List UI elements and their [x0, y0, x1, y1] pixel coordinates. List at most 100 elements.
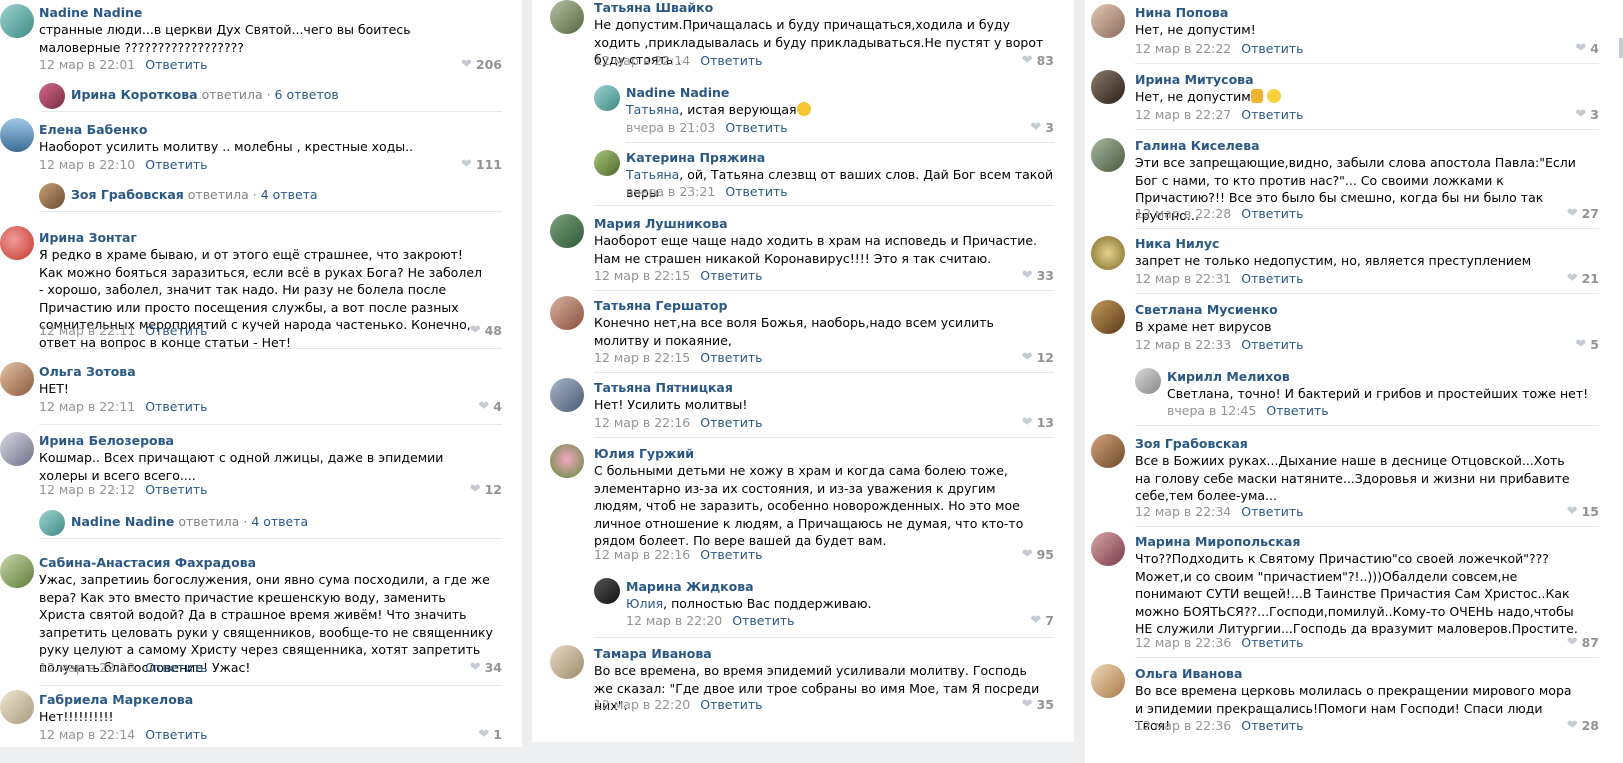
comment-author[interactable]: Мария Лушникова	[594, 216, 728, 231]
like-button[interactable]: ❤ 12	[470, 482, 502, 497]
avatar[interactable]	[39, 510, 65, 536]
like-button[interactable]: ❤ 111	[461, 157, 502, 172]
comment-author[interactable]: Ирина Митусова	[1135, 72, 1254, 87]
reply-link[interactable]: Ответить	[1241, 635, 1303, 650]
comment-time[interactable]: 12 мар в 22:10	[39, 157, 135, 172]
comment-author[interactable]: Татьяна Швайко	[594, 0, 713, 15]
like-button[interactable]: ❤ 3	[1030, 120, 1054, 135]
comment-time[interactable]: 12 мар в 22:11	[39, 323, 135, 338]
comment-author[interactable]: Сабина-Анастасия Фахрадова	[39, 555, 256, 570]
thread-reply-count[interactable]: 4 ответа	[251, 514, 308, 529]
avatar[interactable]	[0, 554, 34, 588]
reply-author[interactable]: Nadine Nadine	[626, 85, 729, 100]
avatar[interactable]	[39, 183, 65, 209]
avatar[interactable]	[1091, 532, 1125, 566]
comment-time[interactable]: 12 мар в 22:22	[1135, 41, 1231, 56]
avatar[interactable]	[594, 578, 620, 604]
avatar[interactable]	[594, 85, 620, 111]
reply-link[interactable]: Ответить	[700, 350, 762, 365]
comment-time[interactable]: 12 мар в 22:01	[39, 57, 135, 72]
comment-time[interactable]: 12 мар в 22:14	[39, 727, 135, 742]
like-button[interactable]: ❤ 28	[1567, 718, 1599, 733]
reply-link[interactable]: Ответить	[700, 53, 762, 68]
reply-link[interactable]: Ответить	[145, 660, 207, 675]
avatar[interactable]	[0, 226, 34, 260]
like-button[interactable]: ❤ 12	[1022, 350, 1054, 365]
comment-time[interactable]: 12 мар в 22:31	[1135, 271, 1231, 286]
reply-link[interactable]: Ответить	[145, 727, 207, 742]
avatar[interactable]	[39, 83, 65, 109]
comment-time[interactable]: 12 мар в 22:28	[1135, 206, 1231, 221]
reply-link[interactable]: Ответить	[1266, 403, 1328, 418]
like-button[interactable]: ❤ 87	[1567, 635, 1599, 650]
comment-author[interactable]: Нина Попова	[1135, 5, 1228, 20]
avatar[interactable]	[1091, 434, 1125, 468]
reply-link[interactable]: Ответить	[700, 697, 762, 712]
reply-link[interactable]: Ответить	[1241, 206, 1303, 221]
comment-time[interactable]: 12 мар в 22:14	[594, 53, 690, 68]
reply-link[interactable]: Ответить	[1241, 337, 1303, 352]
avatar[interactable]	[0, 362, 34, 396]
comment-author[interactable]: Ольга Иванова	[1135, 666, 1242, 681]
reply-author[interactable]: Марина Жидкова	[626, 579, 754, 594]
comment-time[interactable]: 12 мар в 22:34	[1135, 504, 1231, 519]
replies-thread[interactable]: Зоя Грабовская ответила · 4 ответа	[71, 187, 318, 202]
like-button[interactable]: ❤ 1	[478, 727, 502, 742]
reply-link[interactable]: Ответить	[732, 613, 794, 628]
comment-time[interactable]: 12 мар в 22:13	[39, 660, 135, 675]
comment-time[interactable]: 12 мар в 22:15	[594, 268, 690, 283]
comment-author[interactable]: Елена Бабенко	[39, 122, 147, 137]
avatar[interactable]	[0, 118, 34, 152]
avatar[interactable]	[0, 690, 34, 724]
avatar[interactable]	[1091, 4, 1125, 38]
comment-time[interactable]: вчера в 21:03	[626, 120, 715, 135]
reply-addressee[interactable]: Татьяна	[626, 102, 679, 117]
comment-time[interactable]: вчера в 23:21	[626, 184, 715, 199]
comment-author[interactable]: Габриела Маркелова	[39, 692, 193, 707]
scrollbar-thumb[interactable]	[1619, 38, 1623, 58]
avatar[interactable]	[1091, 236, 1125, 270]
avatar[interactable]	[0, 432, 34, 466]
like-button[interactable]: ❤ 4	[1575, 41, 1599, 56]
comment-author[interactable]: Галина Киселева	[1135, 138, 1260, 153]
avatar[interactable]	[550, 214, 584, 248]
reply-link[interactable]: Ответить	[145, 482, 207, 497]
like-button[interactable]: ❤ 95	[1022, 547, 1054, 562]
like-button[interactable]: ❤ 48	[470, 323, 502, 338]
avatar[interactable]	[0, 4, 34, 38]
reply-link[interactable]: Ответить	[1241, 504, 1303, 519]
avatar[interactable]	[1091, 138, 1125, 172]
thread-author[interactable]: Ирина Короткова	[71, 87, 198, 102]
like-button[interactable]: ❤ 13	[1022, 415, 1054, 430]
comment-time[interactable]: 12 мар в 22:20	[626, 613, 722, 628]
thread-author[interactable]: Зоя Грабовская	[71, 187, 184, 202]
avatar[interactable]	[550, 0, 584, 34]
avatar[interactable]	[1091, 70, 1125, 104]
comment-time[interactable]: 12 мар в 22:20	[594, 697, 690, 712]
avatar[interactable]	[1091, 664, 1125, 698]
comment-author[interactable]: Nadine Nadine	[39, 5, 142, 20]
reply-addressee[interactable]: Татьяна	[626, 167, 679, 182]
comment-author[interactable]: Ирина Зонтаг	[39, 230, 137, 245]
reply-link[interactable]: Ответить	[145, 57, 207, 72]
avatar[interactable]	[1091, 300, 1125, 334]
thread-reply-count[interactable]: 6 ответов	[275, 87, 339, 102]
like-button[interactable]: ❤ 33	[1022, 268, 1054, 283]
reply-link[interactable]: Ответить	[1241, 107, 1303, 122]
like-button[interactable]: ❤ 206	[461, 57, 502, 72]
comment-time[interactable]: 12 мар в 22:16	[594, 415, 690, 430]
thread-reply-count[interactable]: 4 ответа	[261, 187, 318, 202]
avatar[interactable]	[594, 150, 620, 176]
replies-thread[interactable]: Nadine Nadine ответила · 4 ответа	[71, 514, 308, 529]
like-button[interactable]: ❤ 27	[1567, 206, 1599, 221]
reply-link[interactable]: Ответить	[700, 268, 762, 283]
thread-author[interactable]: Nadine Nadine	[71, 514, 174, 529]
reply-link[interactable]: Ответить	[1241, 41, 1303, 56]
avatar[interactable]	[550, 444, 584, 478]
comment-author[interactable]: Светлана Мусиенко	[1135, 302, 1278, 317]
reply-author[interactable]: Катерина Пряжина	[626, 150, 765, 165]
comment-time[interactable]: 12 мар в 22:16	[594, 547, 690, 562]
like-button[interactable]: ❤ 3	[1575, 107, 1599, 122]
comment-time[interactable]: 12 мар в 22:36	[1135, 635, 1231, 650]
comment-time[interactable]: вчера в 12:45	[1167, 403, 1256, 418]
